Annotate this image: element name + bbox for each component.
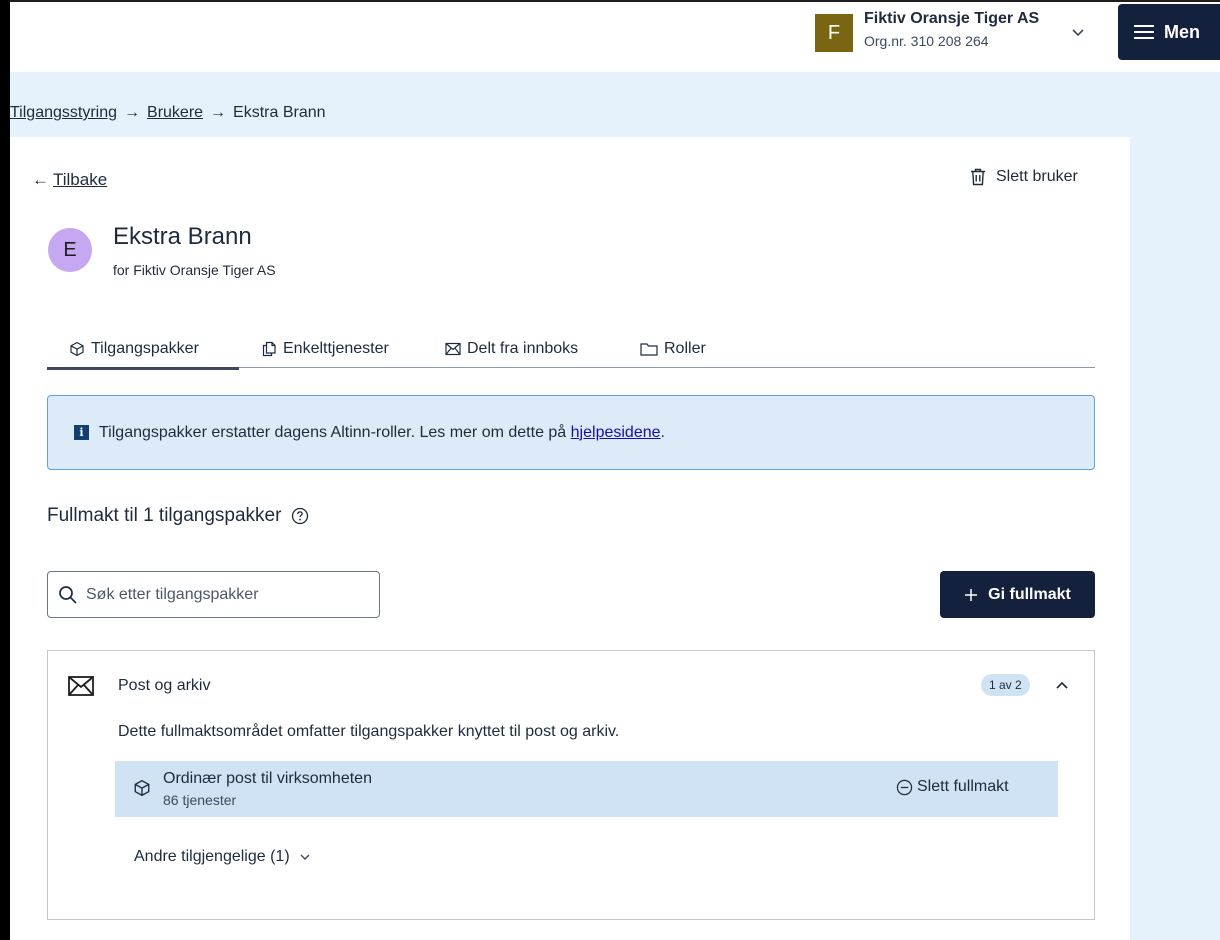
minus-circle-icon xyxy=(896,779,913,795)
other-available-label: Andre tilgjengelige (1) xyxy=(134,848,290,865)
other-available-toggle[interactable]: Andre tilgjengelige (1) xyxy=(134,848,312,866)
window-frame-left xyxy=(0,0,10,940)
tab-roller[interactable]: Roller xyxy=(640,330,706,368)
package-title: Ordinær post til virksomheten xyxy=(163,770,372,787)
give-access-label: Gi fullmakt xyxy=(988,585,1071,603)
org-number: Org.nr. 310 208 264 xyxy=(864,33,989,49)
folder-icon xyxy=(640,343,658,356)
menu-icon xyxy=(1134,25,1154,39)
breadcrumb-current: Ekstra Brann xyxy=(233,104,326,121)
user-subtitle: for Fiktiv Oransje Tiger AS xyxy=(113,262,276,278)
tab-list: Tilgangspakker Enkelttjenester Delt fra … xyxy=(47,330,1095,370)
area-description: Dette fullmaktsområdet omfatter tilgangs… xyxy=(118,723,620,740)
count-badge: 1 av 2 xyxy=(981,674,1030,696)
page-title: Ekstra Brann xyxy=(113,223,252,250)
tab-label: Roller xyxy=(664,340,706,357)
package-service-count: 86 tjenester xyxy=(163,792,237,808)
chevron-up-icon[interactable] xyxy=(1052,675,1072,695)
help-pages-link[interactable]: hjelpesidene xyxy=(571,424,661,442)
search-icon xyxy=(59,585,77,604)
section-heading: Fullmakt til 1 tilgangspakker xyxy=(47,505,309,527)
user-avatar: E xyxy=(48,228,92,272)
plus-icon xyxy=(965,588,978,601)
search-input[interactable] xyxy=(86,585,366,604)
breadcrumb-separator: → xyxy=(210,104,227,121)
org-avatar[interactable]: F xyxy=(815,14,853,52)
package-icon xyxy=(70,341,84,357)
breadcrumb: Tilgangsstyring → Brukere → Ekstra Brann xyxy=(10,104,326,122)
info-text: Tilgangspakker erstatter dagens Altinn-r… xyxy=(99,423,571,441)
tab-tilgangspakker[interactable]: Tilgangspakker xyxy=(47,330,239,370)
copy-icon xyxy=(262,341,276,357)
tab-label: Enkelttjenester xyxy=(283,340,389,357)
breadcrumb-link-brukere[interactable]: Brukere xyxy=(147,104,203,122)
info-suffix: . xyxy=(660,423,665,441)
breadcrumb-separator: → xyxy=(124,104,141,121)
breadcrumb-link-tilgangsstyring[interactable]: Tilgangsstyring xyxy=(10,104,117,122)
info-alert: i Tilgangspakker erstatter dagens Altinn… xyxy=(47,395,1095,470)
access-package-row[interactable]: Ordinær post til virksomheten 86 tjenest… xyxy=(115,761,1058,817)
section-heading-text: Fullmakt til 1 tilgangspakker xyxy=(47,505,282,526)
tab-enkelttjenester[interactable]: Enkelttjenester xyxy=(261,330,389,368)
search-field[interactable] xyxy=(47,571,380,618)
delete-access-button[interactable]: Slett fullmakt xyxy=(896,778,1009,796)
area-title[interactable]: Post og arkiv xyxy=(118,677,210,695)
menu-label: Men xyxy=(1164,21,1200,42)
package-icon xyxy=(134,779,150,797)
tab-delt-fra-innboks[interactable]: Delt fra innboks xyxy=(445,330,578,368)
trash-icon xyxy=(971,168,985,186)
access-area-panel: Post og arkiv 1 av 2 Dette fullmaktsområ… xyxy=(47,650,1095,920)
info-icon: i xyxy=(74,425,89,440)
help-circle-icon[interactable] xyxy=(291,507,309,525)
tab-label: Tilgangspakker xyxy=(91,340,199,357)
arrow-left-icon: ← xyxy=(32,170,49,189)
envelope-icon xyxy=(445,342,461,356)
envelope-icon xyxy=(68,676,94,696)
delete-user-label: Slett bruker xyxy=(996,168,1078,185)
menu-button[interactable]: Men xyxy=(1118,4,1220,60)
delete-access-label: Slett fullmakt xyxy=(917,778,1009,795)
delete-user-button[interactable]: Slett bruker xyxy=(970,168,1078,186)
chevron-down-icon xyxy=(300,854,310,860)
chevron-down-icon[interactable] xyxy=(1068,22,1088,42)
give-access-button[interactable]: Gi fullmakt xyxy=(940,571,1095,618)
org-name[interactable]: Fiktiv Oransje Tiger AS xyxy=(864,10,1039,28)
back-label: Tilbake xyxy=(53,170,108,189)
back-link[interactable]: ← Tilbake xyxy=(32,170,107,190)
tab-label: Delt fra innboks xyxy=(467,340,579,357)
